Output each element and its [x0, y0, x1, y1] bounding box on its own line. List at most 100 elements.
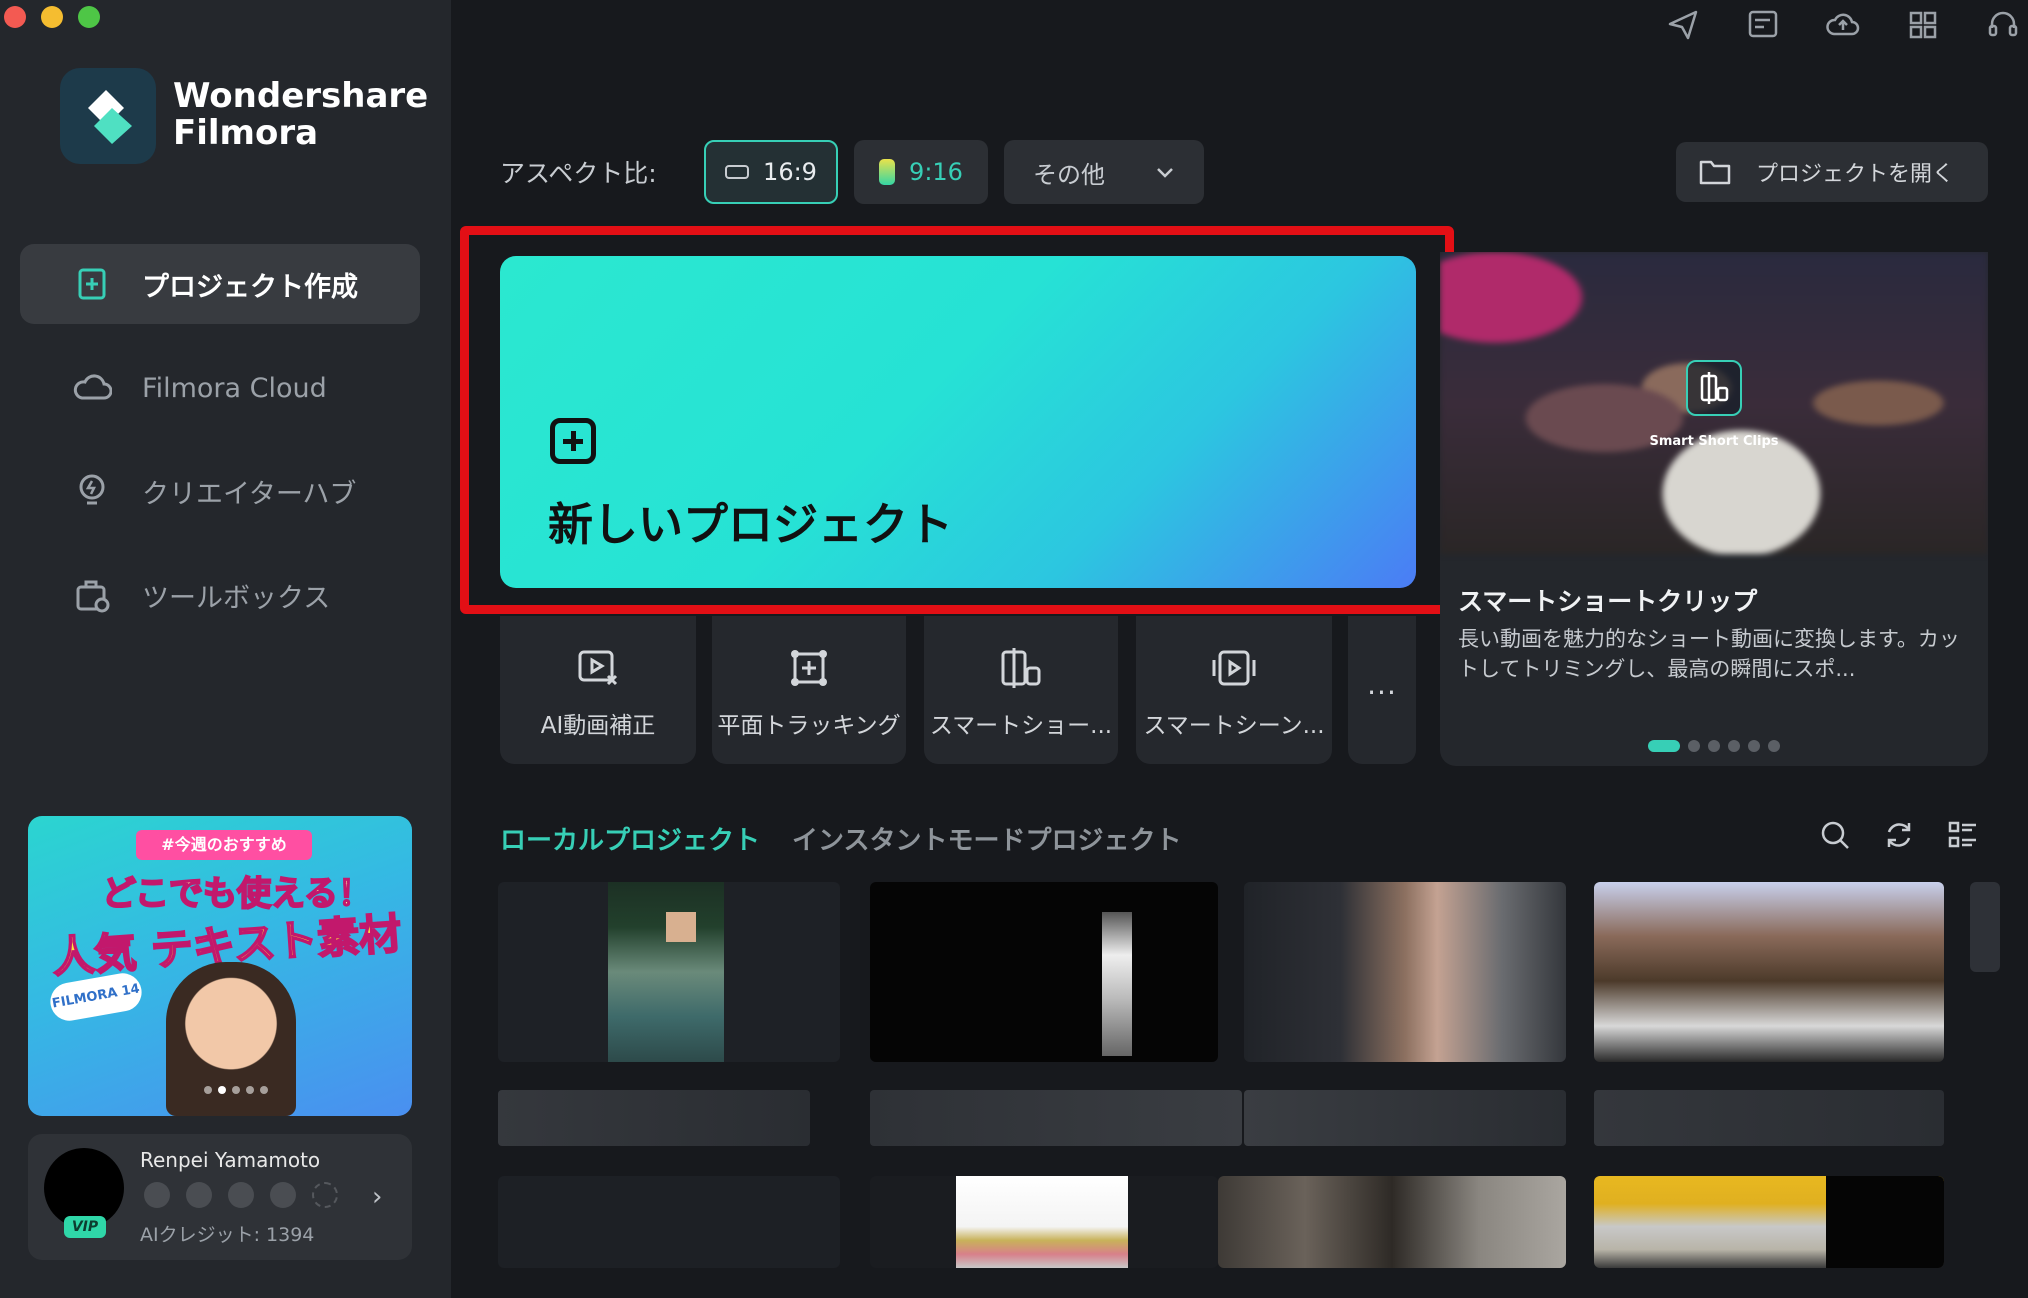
tool-smart-short-clips[interactable]: スマートショー... — [924, 616, 1118, 764]
carousel-dot[interactable] — [260, 1086, 268, 1094]
new-project-icon — [78, 268, 106, 300]
aspect-option-label: 9:16 — [909, 158, 963, 186]
sidebar-item-toolbox[interactable]: ツールボックス — [20, 555, 420, 635]
user-name: Renpei Yamamoto — [140, 1148, 321, 1172]
user-account-card[interactable]: VIP Renpei Yamamoto AIクレジット: 1394 › — [28, 1134, 412, 1260]
carousel-dot[interactable] — [1708, 740, 1720, 752]
filmora-logo-icon — [60, 68, 156, 164]
badge-icon — [144, 1182, 170, 1208]
aspect-option-label: 16:9 — [763, 158, 817, 186]
cloud-upload-icon[interactable] — [1826, 8, 1860, 42]
headset-support-icon[interactable] — [1986, 8, 2020, 42]
sidebar-item-label: ツールボックス — [142, 582, 331, 614]
tool-label: 平面トラッキング — [717, 713, 901, 739]
chevron-right-icon[interactable]: › — [372, 1182, 382, 1212]
project-name-placeholder — [1594, 1090, 1944, 1146]
open-project-label: プロジェクトを開く — [1756, 162, 1955, 187]
project-thumbnail[interactable] — [1594, 882, 1944, 1062]
toolbox-icon — [76, 580, 110, 613]
aspect-ratio-label: アスペクト比: — [500, 159, 657, 188]
carousel-dot[interactable] — [232, 1086, 240, 1094]
tool-label: スマートショー... — [929, 713, 1113, 739]
feature-title: スマートショートクリップ — [1458, 587, 1758, 616]
feature-carousel-dots — [1648, 740, 1780, 752]
more-icon: ... — [1367, 668, 1397, 701]
grid-apps-icon[interactable] — [1906, 8, 1940, 42]
project-thumbnail[interactable] — [1970, 882, 2000, 972]
planar-tracking-icon — [791, 650, 827, 686]
task-list-icon[interactable] — [1746, 8, 1780, 42]
ai-video-enhance-icon — [578, 650, 618, 686]
sidebar: Wondershare Filmora プロジェクト作成 Filmora Clo… — [0, 0, 451, 1298]
highlight-annotation-box — [460, 226, 1454, 614]
carousel-dot[interactable] — [1688, 740, 1700, 752]
sidebar-item-filmora-cloud[interactable]: Filmora Cloud — [20, 348, 420, 428]
carousel-dot[interactable] — [1748, 740, 1760, 752]
tool-more-button[interactable]: ... — [1348, 616, 1416, 764]
carousel-dot[interactable] — [1768, 740, 1780, 752]
project-thumbnail[interactable] — [870, 1176, 1218, 1268]
tool-label: スマートシーン... — [1143, 713, 1325, 739]
portrait-icon — [879, 159, 896, 185]
cloud-icon — [73, 374, 112, 400]
project-thumbnail[interactable] — [1244, 882, 1566, 1062]
tool-smart-scene[interactable]: スマートシーン... — [1136, 616, 1332, 764]
aspect-option-label: その他 — [1033, 160, 1105, 189]
badge-icon — [228, 1182, 254, 1208]
brand-name: Wondershare Filmora — [173, 78, 428, 152]
tool-planar-tracking[interactable]: 平面トラッキング — [712, 616, 906, 764]
aspect-9-16-button[interactable]: 9:16 — [854, 140, 988, 204]
sidebar-item-label: プロジェクト作成 — [142, 271, 358, 303]
project-name-placeholder — [870, 1090, 1242, 1146]
close-window-button[interactable] — [4, 6, 26, 28]
lightbulb-icon — [79, 474, 105, 505]
list-view-icon[interactable] — [1946, 818, 1980, 852]
project-thumbnail[interactable] — [498, 882, 840, 1062]
project-thumbnail[interactable] — [870, 882, 1218, 1062]
folder-icon — [1699, 160, 1731, 185]
project-thumbnail[interactable] — [1594, 1176, 1944, 1268]
promo-carousel-dots — [204, 1086, 268, 1094]
landscape-icon — [725, 165, 750, 179]
achievement-badges — [144, 1182, 338, 1208]
feature-carousel-card[interactable]: Smart Short Clips スマートショートクリップ 長い動画を魅力的な… — [1440, 252, 1988, 766]
project-name-placeholder — [498, 1090, 810, 1146]
tool-ai-video-enhance[interactable]: AI動画補正 — [500, 616, 696, 764]
carousel-dot[interactable] — [204, 1086, 212, 1094]
aspect-16-9-button[interactable]: 16:9 — [704, 140, 838, 204]
vip-badge: VIP — [64, 1216, 106, 1238]
carousel-dot[interactable] — [218, 1086, 226, 1094]
refresh-icon[interactable] — [1882, 818, 1916, 852]
sidebar-item-label: Filmora Cloud — [142, 372, 327, 404]
minimize-window-button[interactable] — [41, 6, 63, 28]
tab-instant-mode-projects[interactable]: インスタントモードプロジェクト — [792, 820, 1181, 857]
window-controls — [0, 6, 100, 28]
project-thumbnail[interactable] — [498, 1176, 840, 1268]
sidebar-item-create-project[interactable]: プロジェクト作成 — [20, 244, 420, 324]
chevron-down-icon — [1157, 168, 1173, 178]
project-name-placeholder — [1244, 1090, 1566, 1146]
maximize-window-button[interactable] — [78, 6, 100, 28]
carousel-dot[interactable] — [1648, 740, 1680, 752]
badge-icon — [270, 1182, 296, 1208]
aspect-other-dropdown[interactable]: その他 — [1004, 140, 1204, 204]
send-icon[interactable] — [1666, 8, 1700, 42]
tab-local-projects[interactable]: ローカルプロジェクト — [500, 820, 760, 857]
project-list-tools — [1818, 818, 1980, 852]
project-thumbnail[interactable] — [1218, 1176, 1566, 1268]
promo-tag: #今週のおすすめ — [136, 830, 312, 860]
carousel-dot[interactable] — [246, 1086, 254, 1094]
search-icon[interactable] — [1818, 818, 1852, 852]
carousel-dot[interactable] — [1728, 740, 1740, 752]
promo-banner[interactable]: #今週のおすすめ どこでも使える！ 人気 テキスト素材 FILMORA 14 — [28, 816, 412, 1116]
tool-label: AI動画補正 — [540, 713, 656, 739]
smart-short-clips-icon — [1686, 360, 1742, 416]
open-project-button[interactable]: プロジェクトを開く — [1676, 142, 1988, 202]
badge-icon — [186, 1182, 212, 1208]
sidebar-item-creator-hub[interactable]: クリエイターハブ — [20, 451, 420, 531]
brand-line-1: Wondershare — [173, 76, 429, 116]
sidebar-item-label: クリエイターハブ — [142, 478, 357, 510]
brand-line-2: Filmora — [173, 113, 319, 153]
feature-image-caption: Smart Short Clips — [1649, 434, 1779, 449]
feature-description: 長い動画を魅力的なショート動画に変換します。カットしてトリミングし、最高の瞬間に… — [1458, 627, 1960, 681]
